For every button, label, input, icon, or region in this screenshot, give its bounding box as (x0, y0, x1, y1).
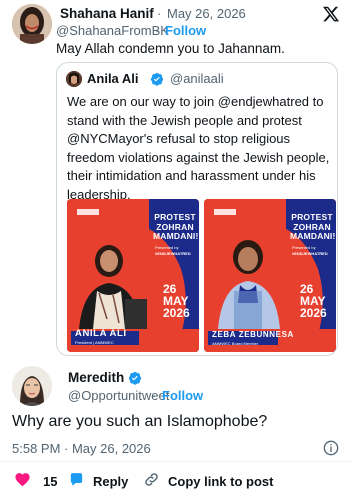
poster-date: 26 MAY 2026 (163, 282, 190, 320)
reply-button[interactable]: Reply (68, 471, 128, 491)
copy-link-label: Copy link to post (168, 473, 274, 489)
separator-dot: · (157, 6, 162, 21)
action-bar: 15 Reply Copy link to post (0, 471, 352, 493)
quoted-author-name: Anila Ali (87, 71, 139, 86)
tweet-text: May Allah condemn you to Jahannam. (56, 41, 285, 56)
poster-protest-title: PROTEST ZOHRAN MAMDANI!! (290, 212, 336, 241)
separator-dot: · (155, 23, 160, 38)
poster-person-name: ZEBA ZEBUNNESA (212, 330, 294, 339)
copy-link-button[interactable]: Copy link to post (143, 471, 273, 491)
poster-presented-by: Presented by (292, 245, 316, 250)
separator-dot: · (152, 388, 157, 403)
author-avatar[interactable] (12, 4, 52, 44)
author-name[interactable]: Shahana Hanif (60, 6, 154, 21)
poster-image-left[interactable]: PROTEST ZOHRAN MAMDANI!! Presented by #E… (67, 199, 199, 352)
poster-hashtag: #ENDJEWHATRED (155, 251, 191, 256)
poster-image-right[interactable]: PROTEST ZOHRAN MAMDANI!! Presented by #E… (204, 199, 336, 352)
poster-protest-title: PROTEST ZOHRAN MAMDANI!! (153, 212, 199, 241)
verified-badge-icon (128, 371, 142, 385)
poster-person-name: ANILA ALI (75, 328, 127, 339)
divider (0, 461, 352, 462)
like-count: 15 (43, 473, 58, 489)
follow-button[interactable]: Follow (162, 388, 203, 403)
reply-author-avatar[interactable] (12, 366, 52, 406)
poster-person-role: AMMWEC Board Member (212, 341, 259, 346)
tweet-date[interactable]: May 26, 2026 (167, 6, 246, 21)
reply-timestamp[interactable]: 5:58 PM · May 26, 2026 (12, 441, 151, 456)
quoted-author-handle: @anilaali (170, 71, 224, 86)
poster-hashtag: #ENDJEWHATRED (292, 251, 328, 256)
poster-presented-by: Presented by (155, 245, 179, 250)
verified-badge-icon (150, 72, 164, 86)
author-handle[interactable]: @ShahanaFromBK (56, 23, 169, 38)
x-logo-icon[interactable] (322, 5, 340, 23)
like-button[interactable]: 15 (14, 471, 57, 491)
reply-author-name[interactable]: Meredith (68, 370, 124, 385)
reply-tweet-text: Why are you such an Islamophobe? (12, 413, 268, 430)
heart-icon (14, 471, 31, 491)
reply-label: Reply (93, 473, 129, 489)
poster-person-role: President | AMMWEC (75, 340, 114, 345)
link-icon (143, 471, 160, 491)
quoted-author-avatar (66, 71, 82, 87)
follow-button[interactable]: Follow (165, 23, 206, 38)
poster-date: 26 MAY 2026 (300, 282, 327, 320)
quoted-tweet-text: We are on our way to join @endjewhatred … (67, 94, 330, 202)
quoted-tweet-card[interactable]: Anila Ali @anilaali We are on our way to… (56, 62, 338, 356)
reply-icon (68, 471, 85, 491)
info-icon[interactable] (323, 440, 339, 456)
